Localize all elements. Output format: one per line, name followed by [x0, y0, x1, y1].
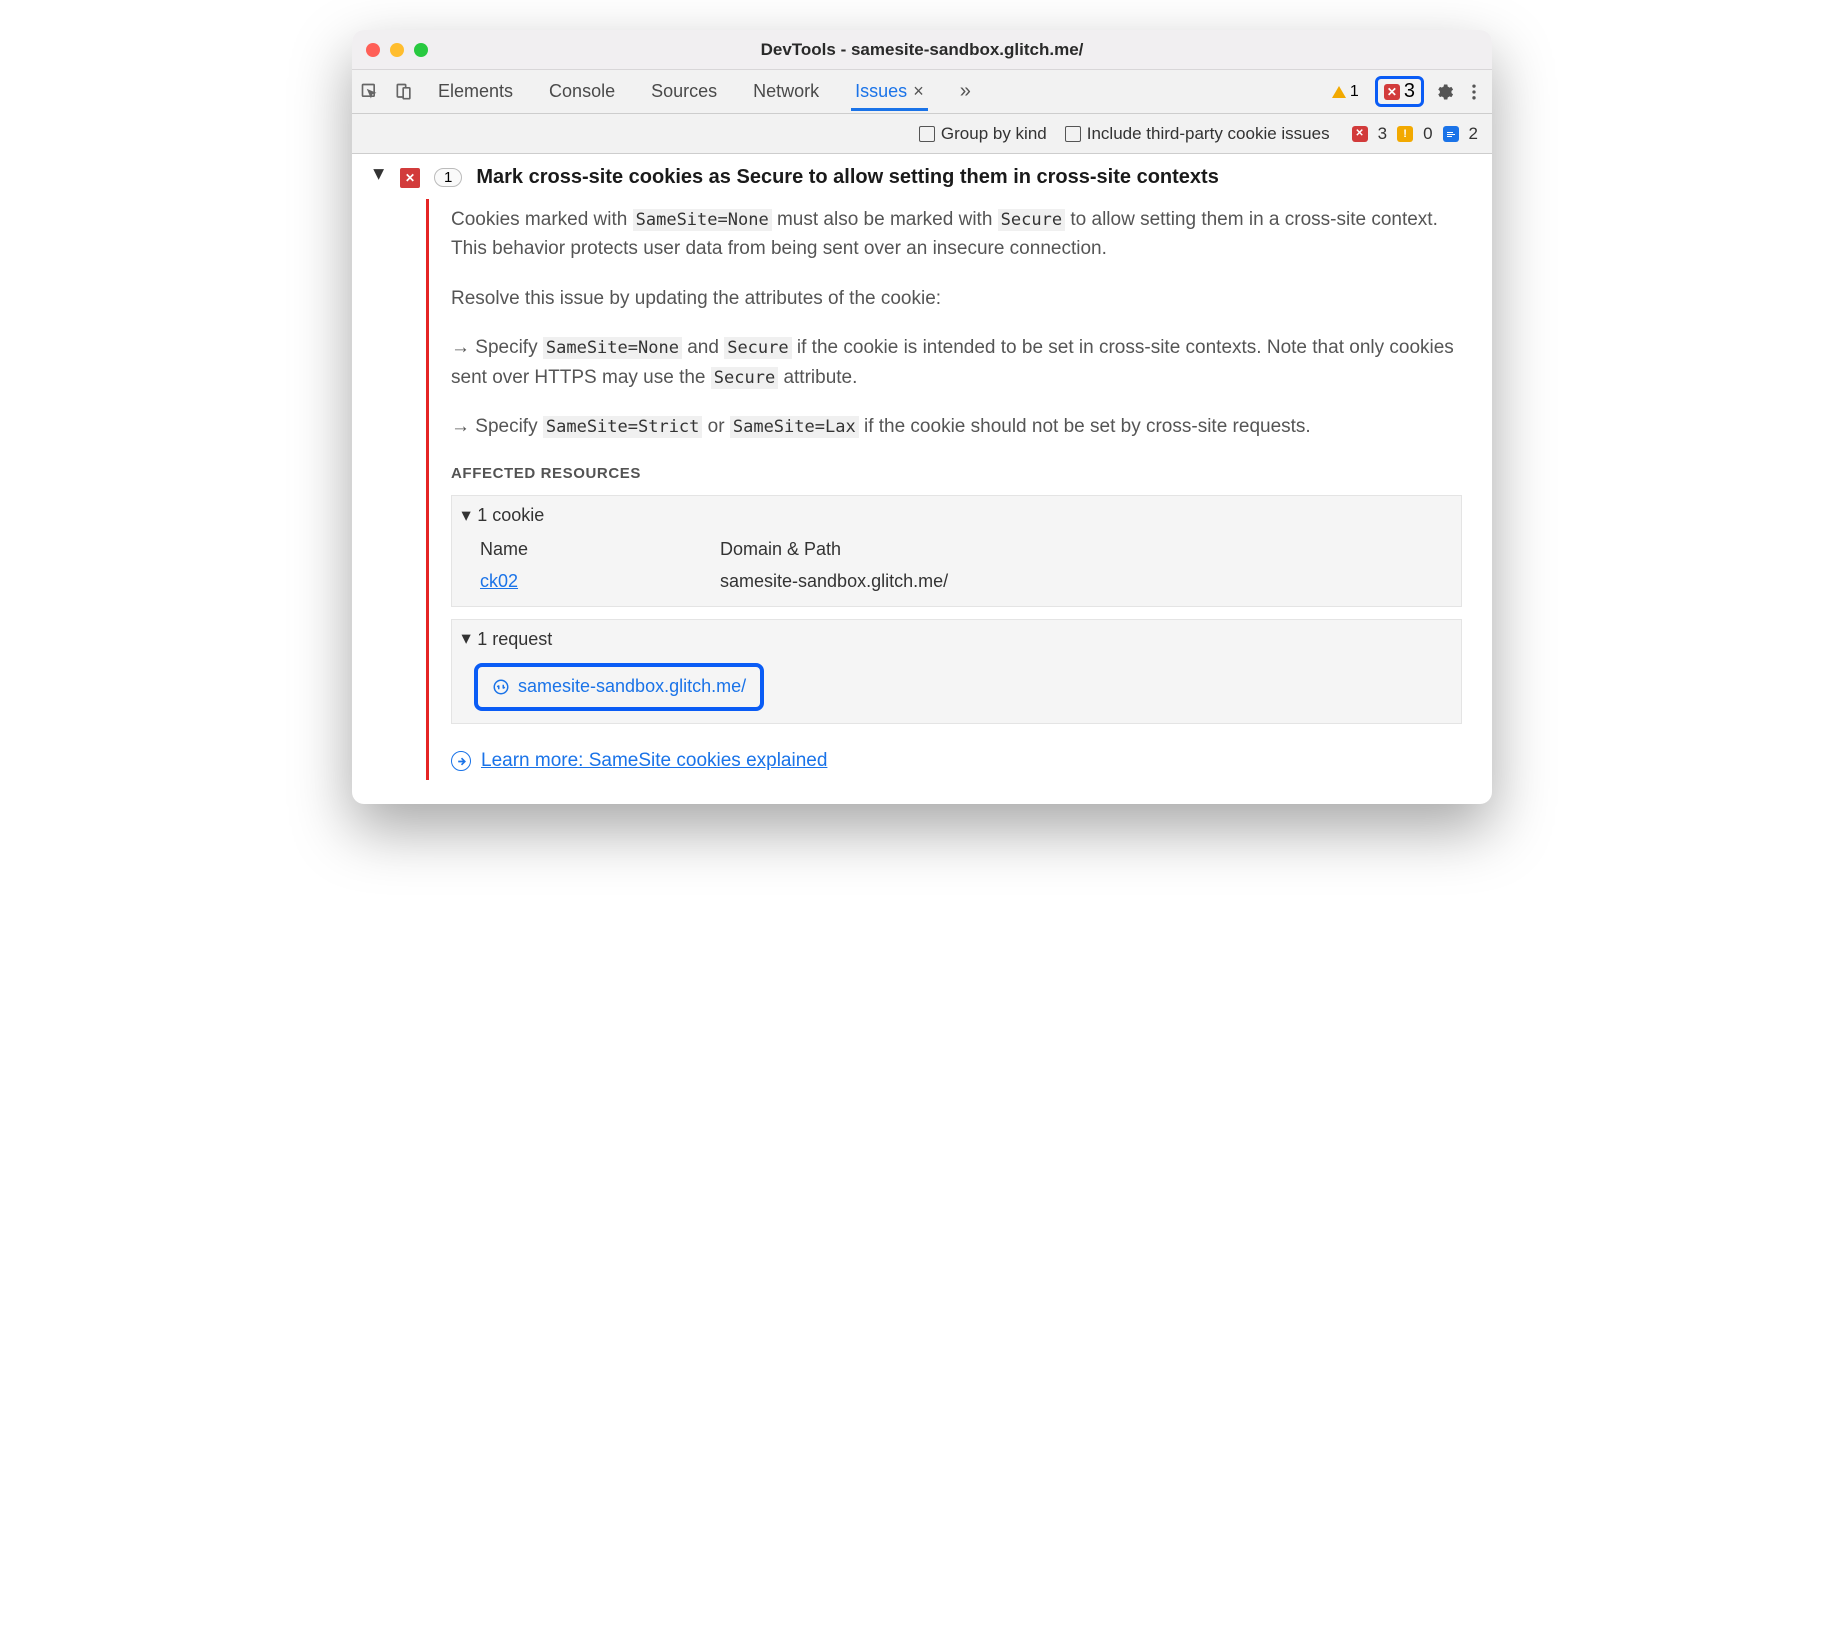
minimize-window-button[interactable] [390, 43, 404, 57]
collapse-all-icon[interactable]: ▶ [371, 169, 388, 180]
tab-close-icon[interactable]: × [913, 81, 924, 101]
group-by-kind-checkbox[interactable]: Group by kind [919, 124, 1047, 144]
error-icon [1384, 84, 1400, 100]
third-party-checkbox[interactable]: Include third-party cookie issues [1065, 124, 1330, 144]
issue-step-1: Specify SameSite=None and Secure if the … [451, 333, 1462, 392]
traffic-lights [366, 43, 428, 57]
affected-resources-heading: Affected Resources [451, 462, 1462, 485]
tab-issues[interactable]: Issues× [851, 72, 928, 111]
issue-description: Cookies marked with SameSite=None must a… [451, 205, 1462, 264]
cookie-domain: samesite-sandbox.glitch.me/ [720, 568, 1451, 596]
issue-step-2: Specify SameSite=Strict or SameSite=Lax … [451, 412, 1462, 441]
warning-icon [1332, 86, 1346, 98]
learn-more[interactable]: Learn more: SameSite cookies explained [451, 746, 1462, 775]
errors-counter[interactable]: 3 [1375, 76, 1424, 107]
devtools-window: DevTools - samesite-sandbox.glitch.me/ E… [352, 30, 1492, 804]
options-bar: Group by kind Include third-party cookie… [352, 114, 1492, 154]
issue-resolution: Resolve this issue by updating the attri… [451, 284, 1462, 313]
device-toggle-icon[interactable] [394, 82, 414, 102]
request-link[interactable]: samesite-sandbox.glitch.me/ [474, 663, 764, 711]
affected-cookies: ▶1 cookie Name Domain & Path ck02 samesi… [451, 495, 1462, 607]
col-name: Name [480, 536, 720, 564]
issue-header[interactable]: 1 Mark cross-site cookies as Secure to a… [396, 166, 1482, 189]
issue-kind-counters: 3 0 2 [1352, 124, 1478, 144]
info-count-icon[interactable] [1443, 126, 1459, 142]
inspect-icon[interactable] [360, 82, 380, 102]
warnings-counter[interactable]: 1 [1326, 82, 1365, 102]
col-domain: Domain & Path [720, 536, 1451, 564]
error-count-icon[interactable] [1352, 126, 1368, 142]
tab-console[interactable]: Console [545, 72, 619, 111]
kebab-menu-icon[interactable] [1464, 82, 1484, 102]
titlebar: DevTools - samesite-sandbox.glitch.me/ [352, 30, 1492, 70]
cookies-toggle[interactable]: ▶1 cookie [462, 502, 1451, 530]
arrow-right-icon [451, 751, 471, 771]
network-icon [492, 678, 510, 696]
warning-count-icon[interactable] [1397, 126, 1413, 142]
tab-bar: Elements Console Sources Network Issues×… [352, 70, 1492, 114]
issue-title: Mark cross-site cookies as Secure to all… [476, 166, 1218, 189]
tab-elements[interactable]: Elements [434, 72, 517, 111]
issue-occurrence-count: 1 [434, 168, 462, 187]
requests-toggle[interactable]: ▶1 request [462, 626, 1451, 654]
zoom-window-button[interactable] [414, 43, 428, 57]
tab-network[interactable]: Network [749, 72, 823, 111]
window-title: DevTools - samesite-sandbox.glitch.me/ [352, 40, 1492, 60]
issue-error-icon [400, 168, 420, 188]
close-window-button[interactable] [366, 43, 380, 57]
more-tabs-icon[interactable]: » [956, 80, 975, 103]
cookie-link[interactable]: ck02 [480, 571, 518, 591]
affected-requests: ▶1 request samesite-sandbox.glitch.me/ [451, 619, 1462, 725]
tab-sources[interactable]: Sources [647, 72, 721, 111]
issue-body: Cookies marked with SameSite=None must a… [426, 199, 1482, 780]
issues-pane: ▶ 1 Mark cross-site cookies as Secure to… [352, 154, 1492, 804]
learn-more-link[interactable]: Learn more: SameSite cookies explained [481, 746, 827, 775]
settings-icon[interactable] [1434, 82, 1454, 102]
